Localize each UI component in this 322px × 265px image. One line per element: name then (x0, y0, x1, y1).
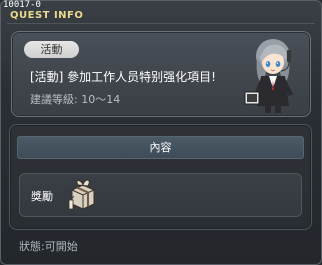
status-value: 可開始 (44, 240, 78, 253)
recommended-level-range: 10～14 (81, 93, 121, 106)
window-title: QUEST INFO (10, 10, 84, 21)
status-label: 狀態 (19, 240, 41, 253)
event-badge: 活動 (24, 41, 79, 58)
quest-info-window: 10017-0 QUEST INFO 活動 [活動] 參加工作人员特别强化項目!… (0, 0, 322, 265)
quest-summary-panel: 活動 [活動] 參加工作人员特别强化項目! 建議等級: 10～14 (11, 31, 311, 117)
quest-id: 10017-0 (3, 0, 41, 10)
recommended-level-label: 建議等級 (30, 93, 74, 106)
quest-title: [活動] 參加工作人员特别强化項目! (30, 70, 216, 84)
reward-item-icon[interactable] (66, 178, 100, 214)
content-section-header: 內容 (17, 136, 304, 159)
reward-box: 獎勵 (19, 173, 302, 217)
quest-status: 狀態: 可開始 (19, 238, 78, 254)
npc-icon (244, 39, 293, 113)
title-divider (7, 23, 315, 24)
reward-label: 獎勵 (31, 190, 53, 203)
quest-content-panel: 內容 獎勵 (9, 124, 312, 230)
recommended-level: 建議等級: 10～14 (30, 91, 120, 107)
